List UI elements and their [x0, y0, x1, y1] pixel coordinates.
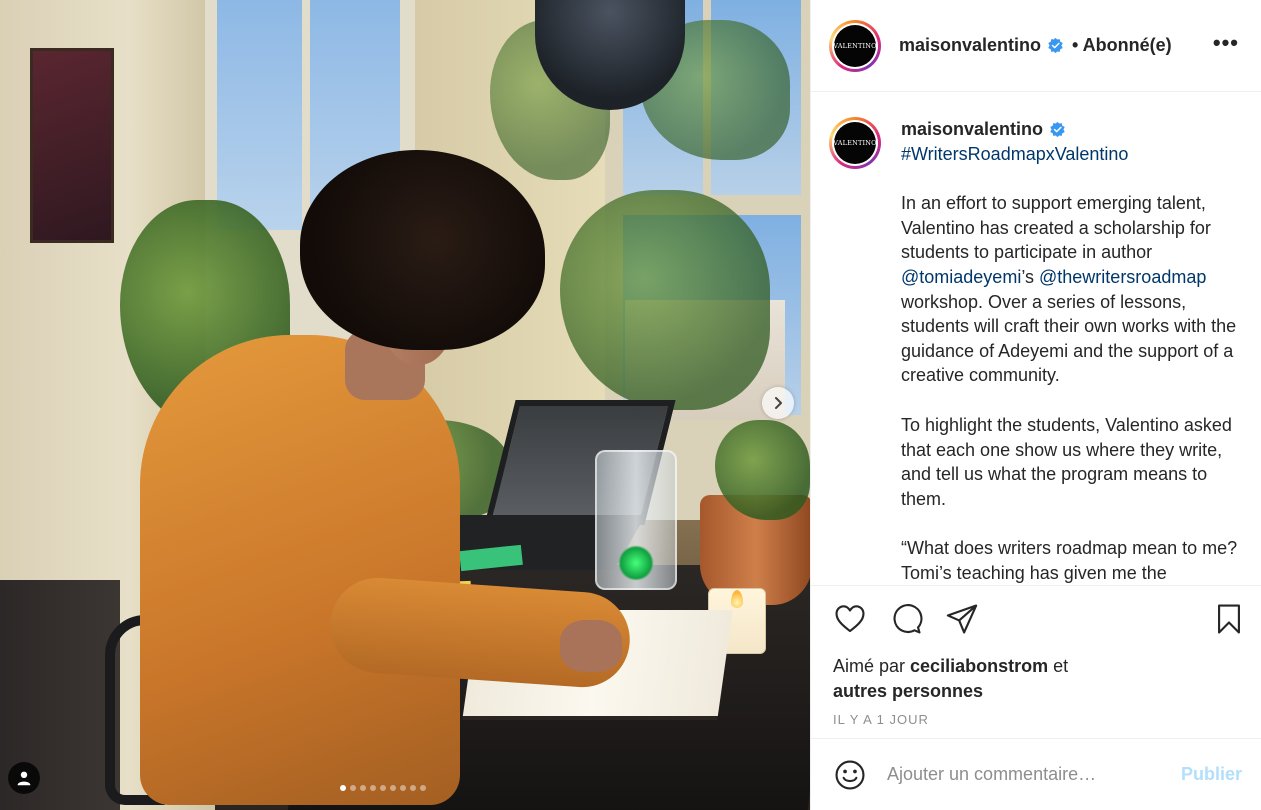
carousel-dot	[370, 785, 376, 791]
valentino-logo: VALENTINO	[833, 122, 877, 164]
caption: VALENTINO maisonvalentino #WritersRoadma…	[829, 117, 1244, 585]
likes-summary: Aimé par ceciliabonstrom et autres perso…	[833, 656, 1069, 701]
post-timestamp[interactable]: IL Y A 1 JOUR	[833, 712, 1240, 727]
photo-jar-light	[618, 545, 654, 581]
carousel-dot	[390, 785, 396, 791]
post-photo[interactable]	[0, 0, 810, 810]
carousel-indicator	[340, 785, 426, 791]
likes-others-link[interactable]: autres personnes	[833, 681, 983, 701]
comment-icon[interactable]	[889, 602, 923, 636]
carousel-dot	[380, 785, 386, 791]
profile-avatar[interactable]: VALENTINO	[829, 19, 881, 72]
heart-icon[interactable]	[833, 602, 867, 636]
share-icon[interactable]	[945, 602, 979, 636]
post-actions: Aimé par ceciliabonstrom et autres perso…	[811, 585, 1261, 738]
mention-link[interactable]: @tomiadeyemi	[901, 267, 1021, 287]
valentino-logo: VALENTINO	[833, 24, 877, 67]
photo-person-hand	[560, 620, 622, 672]
carousel-dot	[420, 785, 426, 791]
carousel-dot	[340, 785, 346, 791]
carousel-dot	[350, 785, 356, 791]
publish-button[interactable]: Publier	[1181, 764, 1242, 785]
post-header: VALENTINO maisonvalentino • Abonné(e) ••…	[811, 0, 1261, 92]
mention-link[interactable]: @thewritersroadmap	[1039, 267, 1206, 287]
photo-person-sweater	[140, 335, 460, 805]
verified-badge-icon	[1050, 121, 1065, 137]
more-icon: •••	[1212, 30, 1239, 55]
hashtag-link[interactable]: #WritersRoadmapxValentino	[901, 142, 1244, 167]
caption-paragraph: To highlight the students, Valentino ask…	[901, 414, 1232, 509]
carousel-dot	[410, 785, 416, 791]
photo-candle-flame	[731, 590, 743, 608]
more-options-button[interactable]: •••	[1213, 30, 1239, 56]
caption-paragraph: In an effort to support emerging talent,…	[901, 193, 1237, 386]
liker-username[interactable]: ceciliabonstrom	[910, 656, 1048, 676]
caption-paragraph: “What does writers roadmap mean to me? T…	[901, 538, 1238, 583]
caption-avatar[interactable]: VALENTINO	[829, 117, 881, 169]
tagged-users-button[interactable]	[8, 762, 40, 794]
carousel-dot	[400, 785, 406, 791]
chevron-right-icon	[775, 397, 782, 409]
add-comment-bar: Publier	[811, 738, 1261, 810]
caption-username[interactable]: maisonvalentino	[901, 117, 1043, 142]
follow-status[interactable]: • Abonné(e)	[1072, 35, 1172, 56]
user-icon	[17, 771, 31, 786]
carousel-dot	[360, 785, 366, 791]
post-side-panel: VALENTINO maisonvalentino • Abonné(e) ••…	[810, 0, 1261, 810]
emoji-icon[interactable]	[833, 758, 867, 792]
bookmark-icon[interactable]	[1212, 602, 1246, 636]
comment-input[interactable]	[887, 764, 1181, 785]
header-username[interactable]: maisonvalentino	[899, 35, 1041, 56]
verified-badge-icon	[1048, 37, 1063, 54]
comments-section[interactable]: VALENTINO maisonvalentino #WritersRoadma…	[811, 93, 1261, 585]
carousel-next-button[interactable]	[762, 387, 794, 419]
photo-wall-art	[30, 48, 114, 243]
